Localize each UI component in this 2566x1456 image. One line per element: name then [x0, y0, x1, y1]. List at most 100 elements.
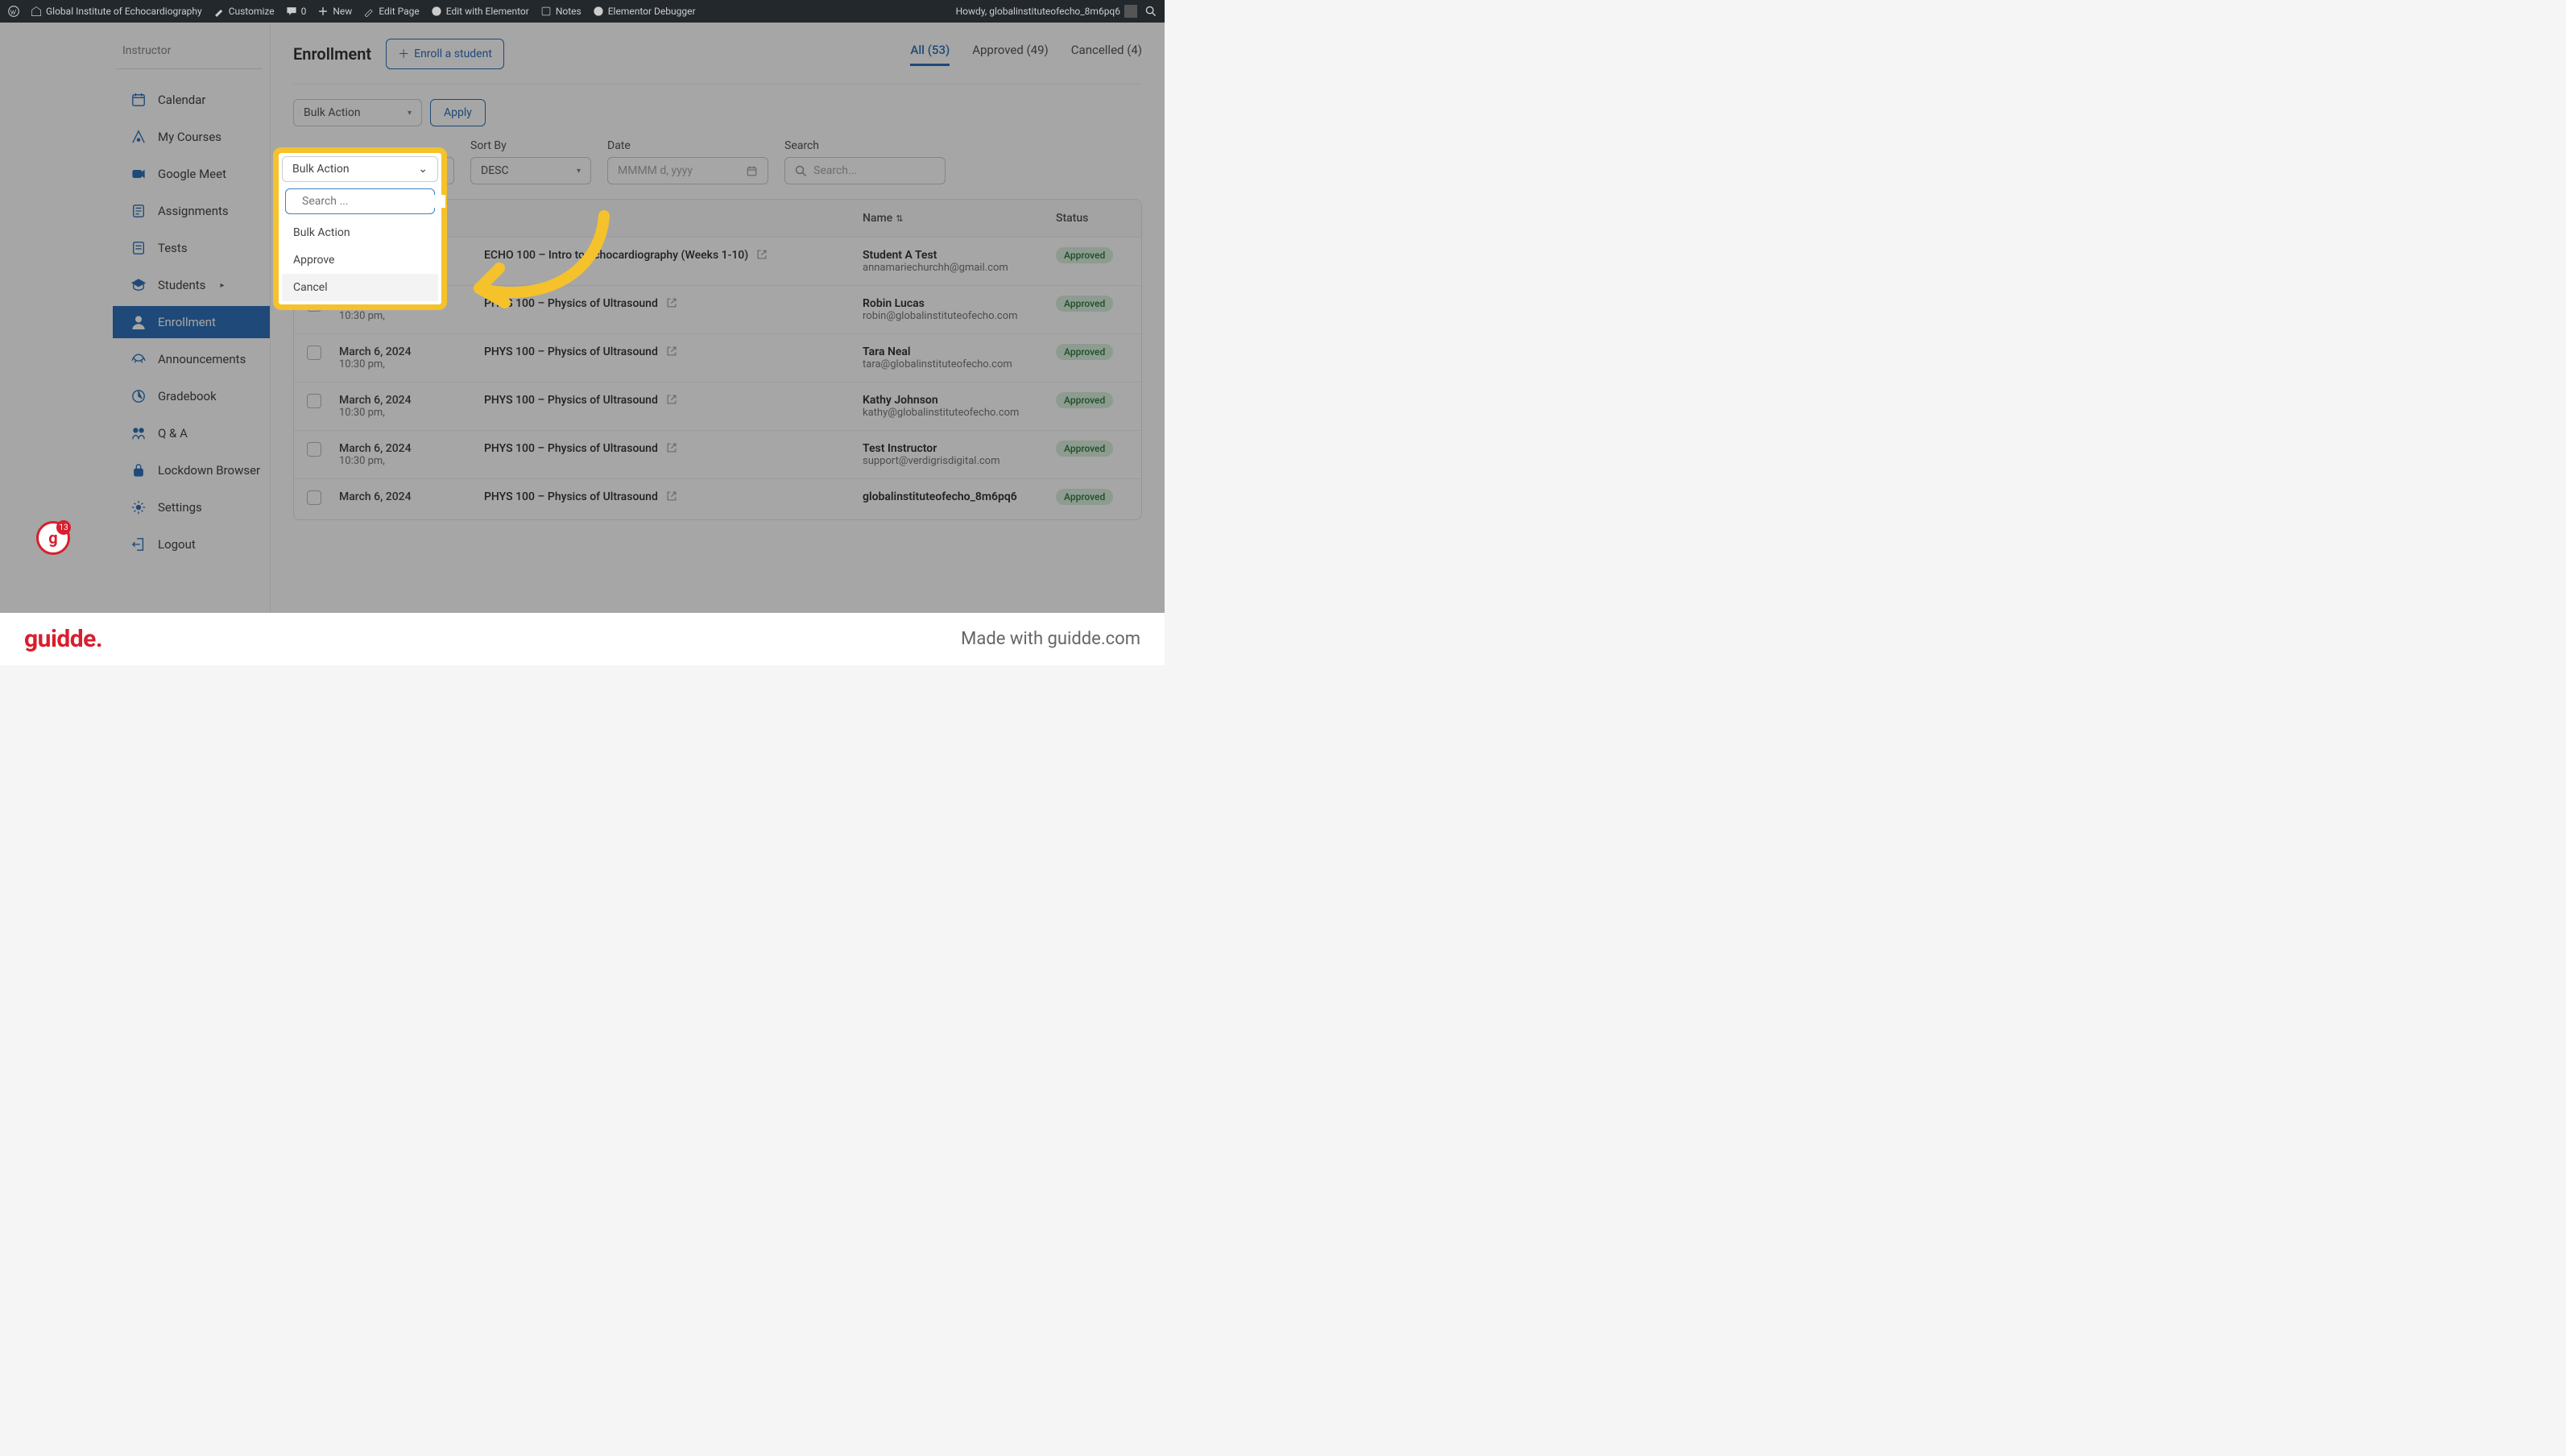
sidebar-item-label: Google Meet [158, 167, 226, 181]
annotation-arrow [447, 208, 624, 321]
edit-elementor-link[interactable]: Edit with Elementor [431, 6, 529, 17]
date-input[interactable]: MMMM d, yyyy [607, 157, 768, 184]
wp-admin-bar: Global Institute of Echocardiography Cus… [0, 0, 1165, 23]
row-email: kathy@globalinstituteofecho.com [863, 407, 1056, 419]
guidde-logo: guidde. [24, 625, 102, 653]
sidebar-item-tests[interactable]: Tests [0, 232, 270, 264]
dropdown-search[interactable] [285, 188, 435, 214]
sidebar-item-label: Q & A [158, 426, 188, 441]
row-date: March 6, 2024 [339, 394, 484, 407]
guidde-bubble[interactable]: g 13 [36, 521, 70, 555]
sidebar: Instructor Calendar My Courses Google Meet… [0, 23, 271, 613]
guidde-attribution: Made with guidde.com [961, 629, 1140, 649]
search-icon[interactable] [1145, 6, 1157, 17]
col-name[interactable]: Name⇅ [863, 212, 1056, 225]
tab-cancelled[interactable]: Cancelled (4) [1071, 43, 1142, 66]
external-link-icon[interactable] [666, 345, 677, 360]
sidebar-item-google-meet[interactable]: Google Meet [0, 158, 270, 190]
dropdown-search-input[interactable] [302, 195, 445, 208]
sidebar-item-assignments[interactable]: Assignments [0, 195, 270, 227]
plus-icon: ＋ [398, 46, 409, 62]
sidebar-icon [130, 536, 147, 552]
row-email: robin@globalinstituteofecho.com [863, 310, 1056, 322]
table-row: March 6, 202410:30 pm,PHYS 100 – Physics… [294, 382, 1141, 430]
sidebar-item-label: Calendar [158, 93, 206, 107]
apply-button[interactable]: Apply [430, 99, 486, 126]
row-course: PHYS 100 – Physics of Ultrasound [484, 345, 658, 358]
tab-approved[interactable]: Approved (49) [972, 43, 1049, 66]
external-link-icon[interactable] [666, 394, 677, 408]
enroll-student-button[interactable]: ＋ Enroll a student [386, 39, 504, 69]
sidebar-item-label: Logout [158, 537, 196, 552]
status-badge: Approved [1056, 296, 1113, 312]
wp-logo-icon[interactable] [8, 6, 19, 17]
sort-by-label: Sort By [470, 139, 591, 152]
howdy-user[interactable]: Howdy, globalinstituteofecho_8m6pq6 [956, 5, 1137, 18]
row-name: Student A Test [863, 249, 1056, 262]
bulk-action-select[interactable]: Bulk Action▾ [293, 99, 422, 126]
status-badge: Approved [1056, 344, 1113, 360]
sidebar-item-calendar[interactable]: Calendar [0, 84, 270, 116]
status-badge: Approved [1056, 392, 1113, 408]
sidebar-icon [130, 499, 147, 515]
sort-by-select[interactable]: DESC▾ [470, 157, 591, 184]
row-date: March 6, 2024 [339, 345, 484, 358]
row-checkbox[interactable] [307, 442, 321, 457]
dropdown-option-bulk-action[interactable]: Bulk Action [282, 219, 438, 246]
guidde-footer: guidde. Made with guidde.com [0, 613, 1165, 665]
external-link-icon[interactable] [756, 249, 768, 263]
site-name[interactable]: Global Institute of Echocardiography [31, 6, 202, 17]
sort-icon: ⇅ [896, 213, 903, 224]
sidebar-item-announcements[interactable]: Announcements [0, 343, 270, 375]
sidebar-item-label: Lockdown Browser [158, 463, 260, 478]
sidebar-icon [130, 462, 147, 478]
dropdown-option-approve[interactable]: Approve [282, 246, 438, 274]
sidebar-item-students[interactable]: Students▸ [0, 269, 270, 301]
row-date: March 6, 2024 [339, 490, 484, 503]
row-time: 10:30 pm, [339, 358, 484, 370]
search-input[interactable]: Search... [784, 157, 946, 184]
external-link-icon[interactable] [666, 490, 677, 505]
row-checkbox[interactable] [307, 490, 321, 505]
search-icon [795, 165, 807, 177]
sidebar-item-label: Settings [158, 500, 202, 515]
row-name: Kathy Johnson [863, 394, 1056, 407]
sidebar-icon [130, 425, 147, 441]
col-status: Status [1056, 212, 1128, 225]
sidebar-icon [130, 277, 147, 293]
sidebar-icon [130, 92, 147, 108]
tab-all[interactable]: All (53) [910, 43, 950, 66]
bubble-count: 13 [56, 520, 71, 535]
comments-link[interactable]: 0 [286, 6, 307, 17]
customize-link[interactable]: Customize [213, 6, 275, 17]
bulk-action-trigger[interactable]: Bulk Action⌄ [282, 156, 438, 182]
row-checkbox[interactable] [307, 345, 321, 360]
sidebar-item-q-a[interactable]: Q & A [0, 417, 270, 449]
row-course: PHYS 100 – Physics of Ultrasound [484, 490, 658, 503]
external-link-icon[interactable] [666, 297, 677, 312]
sidebar-icon [130, 203, 147, 219]
status-badge: Approved [1056, 441, 1113, 457]
new-link[interactable]: New [317, 6, 352, 17]
table-row: March 6, 2024PHYS 100 – Physics of Ultra… [294, 478, 1141, 519]
edit-page-link[interactable]: Edit Page [363, 6, 419, 17]
sidebar-item-settings[interactable]: Settings [0, 491, 270, 523]
row-checkbox[interactable] [307, 394, 321, 408]
notes-link[interactable]: Notes [540, 6, 581, 17]
sidebar-icon [130, 314, 147, 330]
status-badge: Approved [1056, 489, 1113, 505]
dropdown-option-cancel[interactable]: Cancel [282, 274, 438, 301]
table-row: March 6, 202410:30 pm,PHYS 100 – Physics… [294, 333, 1141, 382]
sidebar-role: Instructor [0, 35, 270, 68]
row-time: 10:30 pm, [339, 455, 484, 467]
sidebar-icon [130, 129, 147, 145]
sidebar-item-lockdown-browser[interactable]: Lockdown Browser [0, 454, 270, 486]
chevron-down-icon: ▾ [577, 167, 581, 176]
debugger-link[interactable]: Elementor Debugger [593, 6, 696, 17]
bulk-action-dropdown-highlight: Bulk Action⌄ Bulk Action Approve Cancel [273, 147, 447, 310]
external-link-icon[interactable] [666, 442, 677, 457]
sidebar-item-gradebook[interactable]: Gradebook [0, 380, 270, 412]
sidebar-item-enrollment[interactable]: Enrollment [113, 306, 270, 338]
sidebar-item-my-courses[interactable]: My Courses [0, 121, 270, 153]
sidebar-icon [130, 240, 147, 256]
